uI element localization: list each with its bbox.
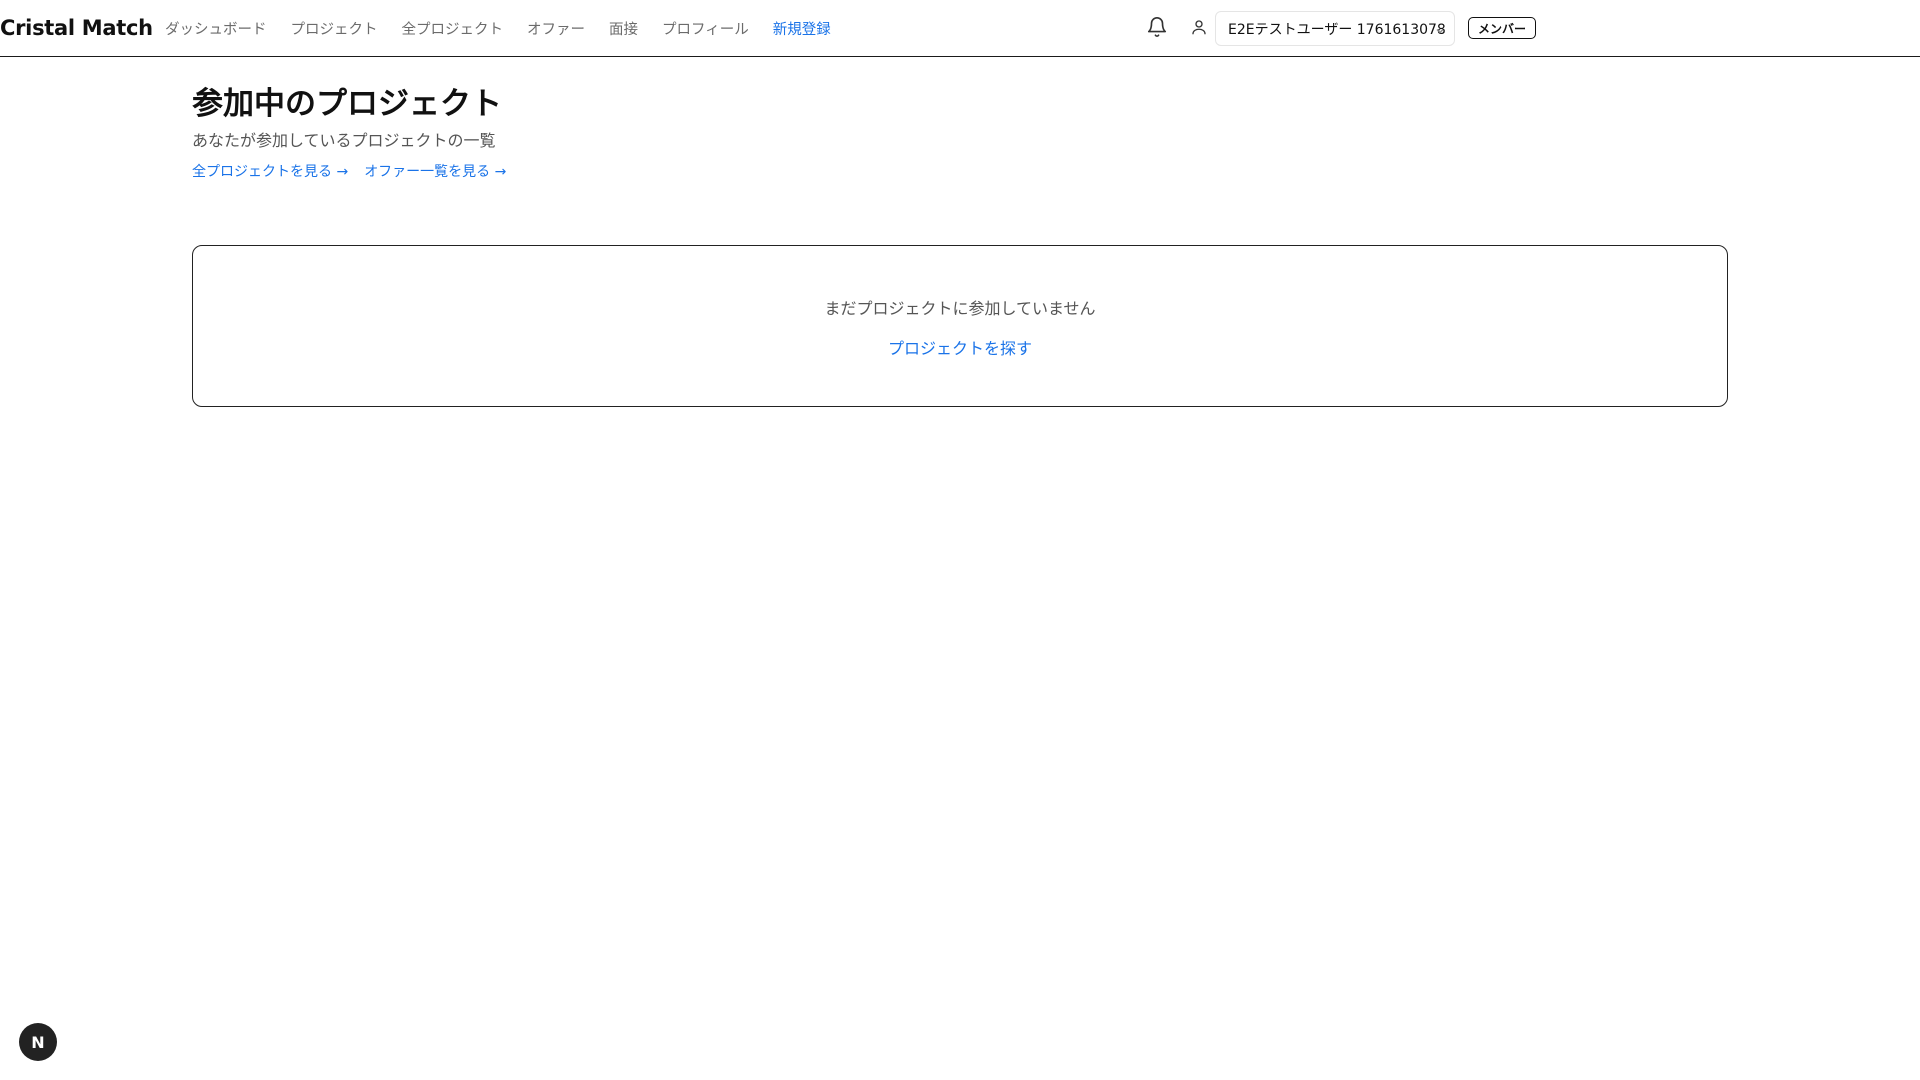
main-nav: ダッシュボード プロジェクト 全プロジェクト オファー 面接 プロフィール 新規… xyxy=(165,0,855,56)
view-offers-link[interactable]: オファー一覧を見る → xyxy=(364,161,506,181)
view-all-projects-link[interactable]: 全プロジェクトを見る → xyxy=(192,161,348,181)
user-icon xyxy=(1190,18,1208,36)
brand-logo[interactable]: Cristal Match xyxy=(0,16,153,40)
find-projects-link[interactable]: プロジェクトを探す xyxy=(193,335,1727,359)
nav-offers[interactable]: オファー xyxy=(527,18,585,39)
nav-register[interactable]: 新規登録 xyxy=(773,18,831,39)
nav-interviews[interactable]: 面接 xyxy=(609,18,638,39)
bell-icon[interactable] xyxy=(1146,16,1168,38)
empty-state-card: まだプロジェクトに参加していません プロジェクトを探す xyxy=(192,245,1728,407)
user-select[interactable]: E2Eテストユーザー 1761613078 xyxy=(1215,11,1455,46)
dev-tools-badge[interactable]: N xyxy=(19,1023,57,1061)
nav-all-projects[interactable]: 全プロジェクト xyxy=(402,18,504,39)
nav-projects[interactable]: プロジェクト xyxy=(291,18,378,39)
nav-dashboard[interactable]: ダッシュボード xyxy=(165,18,267,39)
empty-state-message: まだプロジェクトに参加していません xyxy=(824,299,1096,318)
chevron-down-icon xyxy=(1435,24,1445,34)
page-title: 参加中のプロジェクト xyxy=(192,86,502,122)
top-header: Cristal Match ダッシュボード プロジェクト 全プロジェクト オファ… xyxy=(0,0,1920,57)
role-badge: メンバー xyxy=(1468,17,1536,39)
nav-profile[interactable]: プロフィール xyxy=(662,18,749,39)
quick-links: 全プロジェクトを見る → オファー一覧を見る → xyxy=(192,161,522,181)
page-subtitle: あなたが参加しているプロジェクトの一覧 xyxy=(192,131,496,150)
user-select-value: E2Eテストユーザー 1761613078 xyxy=(1228,21,1446,38)
